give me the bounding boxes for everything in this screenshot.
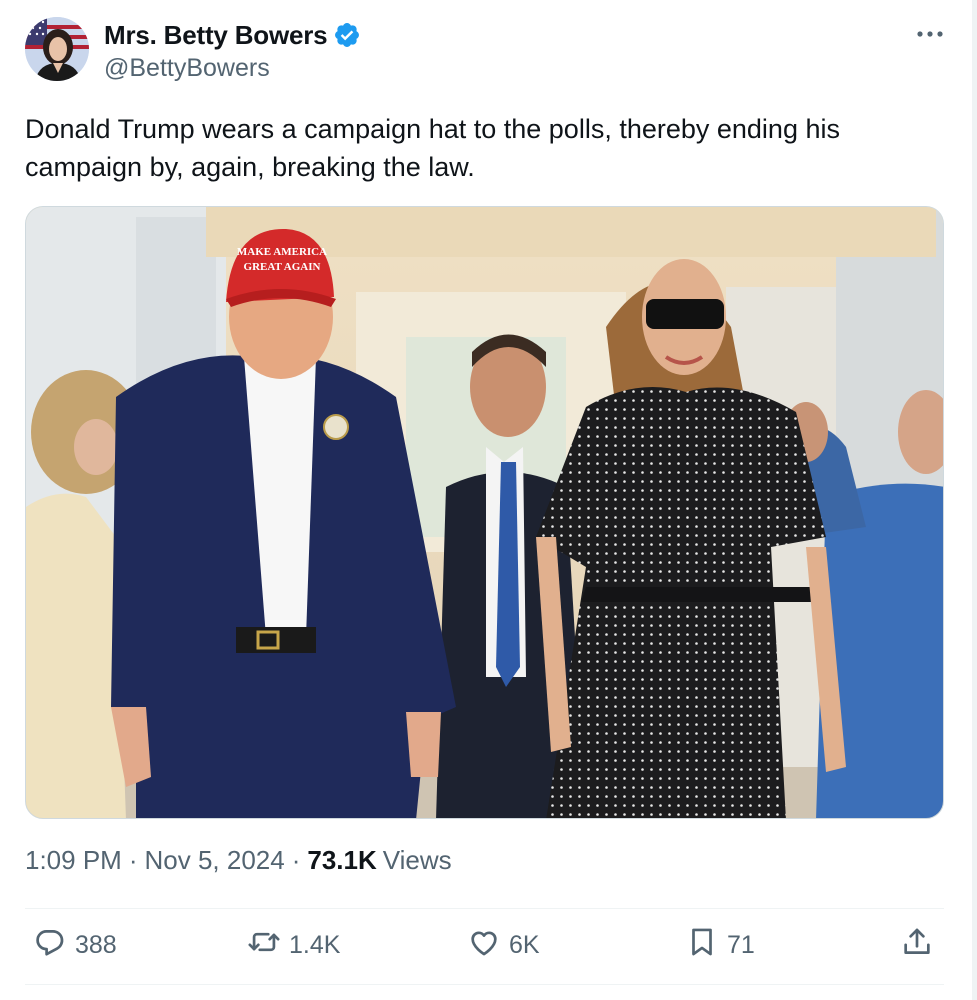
post-image[interactable]: MAKE AMERICA GREAT AGAIN: [25, 206, 944, 819]
hat-text-line1: MAKE AMERICA: [237, 246, 327, 258]
verified-icon[interactable]: [333, 21, 361, 49]
reply-count: 388: [75, 930, 117, 959]
bookmark-count: 71: [727, 930, 755, 959]
meta-separator: ·: [291, 845, 301, 875]
author-display-name[interactable]: Mrs. Betty Bowers: [104, 20, 328, 51]
repost-count: 1.4K: [289, 930, 341, 959]
like-icon: [467, 925, 501, 966]
repost-icon: [247, 925, 281, 966]
divider: [25, 908, 944, 909]
more-icon[interactable]: [915, 24, 945, 44]
card-edge: [972, 0, 977, 1000]
author-handle[interactable]: @BettyBowers: [104, 54, 270, 83]
author-name-row[interactable]: Mrs. Betty Bowers: [104, 18, 361, 52]
like-button[interactable]: 6K: [467, 925, 540, 965]
views-label[interactable]: Views: [383, 845, 452, 876]
reply-button[interactable]: 388: [33, 925, 117, 965]
repost-button[interactable]: 1.4K: [247, 925, 340, 965]
share-button[interactable]: [900, 925, 934, 965]
views-count[interactable]: 73.1K: [307, 845, 376, 876]
post-date[interactable]: Nov 5, 2024: [145, 845, 285, 876]
share-icon: [900, 925, 934, 966]
bookmark-button[interactable]: 71: [685, 925, 755, 965]
like-count: 6K: [509, 930, 540, 959]
bookmark-icon: [685, 925, 719, 966]
reply-icon: [33, 925, 67, 966]
meta-separator: ·: [128, 845, 138, 875]
post-meta: 1:09 PM · Nov 5, 2024 · 73.1K Views: [25, 845, 452, 876]
post-time[interactable]: 1:09 PM: [25, 845, 122, 876]
author-avatar[interactable]: [25, 17, 89, 81]
hat-text-line2: GREAT AGAIN: [244, 261, 321, 273]
divider: [25, 984, 944, 985]
post-text: Donald Trump wears a campaign hat to the…: [25, 114, 840, 182]
